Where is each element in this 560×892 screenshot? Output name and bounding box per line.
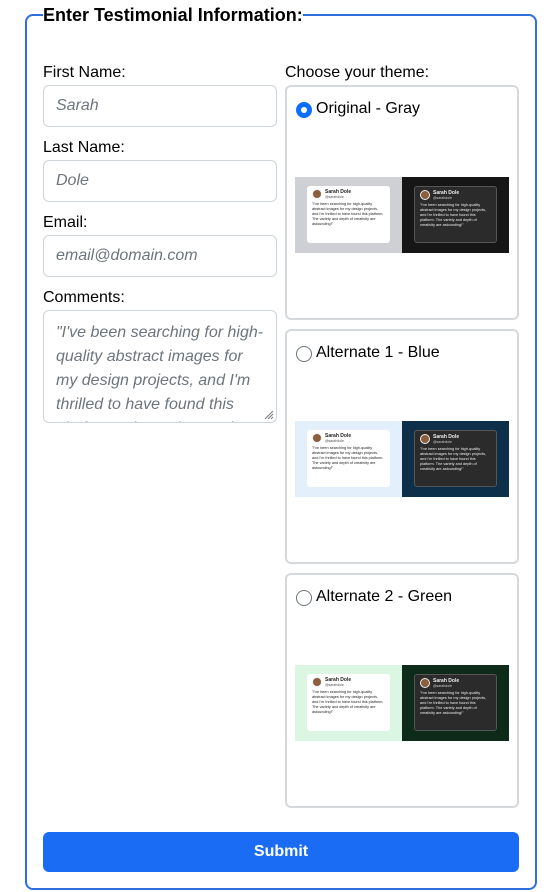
theme-option-card[interactable]: Alternate 1 - Blue Sarah Dole @sarahdole… [285,329,519,564]
theme-label: Choose your theme: [285,64,430,81]
theme-radio[interactable] [296,346,312,362]
avatar [312,433,322,443]
theme-option-card[interactable]: Alternate 2 - Green Sarah Dole @sarahdol… [285,573,519,808]
preview-testimonial-card: Sarah Dole @sarahdole "I've been searchi… [414,186,497,243]
preview-handle: @sarahdole [325,194,344,199]
avatar [312,189,322,199]
preview-quote: "I've been searching for high-quality ab… [312,690,384,714]
theme-option-label: Alternate 1 - Blue [316,344,440,361]
comments-textarea[interactable]: "I've been searching for high-quality ab… [43,310,277,423]
preview-handle: @sarahdole [325,682,344,687]
email-placeholder: email@domain.com [56,247,198,264]
last-name-input[interactable]: Dole [43,160,277,202]
theme-preview-image: Sarah Dole @sarahdole "I've been searchi… [295,665,509,741]
preview-quote: "I've been searching for high-quality ab… [312,446,384,470]
preview-quote: "I've been searching for high-quality ab… [420,203,487,227]
preview-handle: @sarahdole [433,683,452,688]
theme-preview-light: Sarah Dole @sarahdole "I've been searchi… [295,177,402,253]
preview-testimonial-card: Sarah Dole @sarahdole "I've been searchi… [307,186,390,243]
theme-preview-light: Sarah Dole @sarahdole "I've been searchi… [295,665,402,741]
preview-quote: "I've been searching for high-quality ab… [420,447,487,471]
theme-preview-image: Sarah Dole @sarahdole "I've been searchi… [295,421,509,497]
avatar [312,677,322,687]
theme-options: Original - Gray Sarah Dole @sarahdole "I… [285,85,519,808]
first-name-label: First Name: [43,64,126,81]
theme-radio[interactable] [296,590,312,606]
preview-testimonial-card: Sarah Dole @sarahdole "I've been searchi… [307,430,390,487]
preview-testimonial-card: Sarah Dole @sarahdole "I've been searchi… [414,674,497,731]
theme-preview-dark: Sarah Dole @sarahdole "I've been searchi… [402,177,509,253]
resize-handle-icon[interactable] [262,408,274,420]
last-name-label: Last Name: [43,139,125,156]
personal-info-column: First Name: Sarah Last Name: Dole Email:… [43,64,277,423]
theme-option-card[interactable]: Original - Gray Sarah Dole @sarahdole "I… [285,85,519,320]
preview-handle: @sarahdole [325,438,344,443]
avatar [420,678,430,688]
comments-placeholder: "I've been searching for high-quality ab… [56,324,264,422]
theme-preview-light: Sarah Dole @sarahdole "I've been searchi… [295,421,402,497]
first-name-input[interactable]: Sarah [43,85,277,127]
theme-column: Choose your theme: Original - Gray Sarah… [285,64,519,817]
email-label: Email: [43,214,88,231]
last-name-placeholder: Dole [56,172,89,189]
theme-option-label: Alternate 2 - Green [316,588,453,605]
theme-radio[interactable] [296,102,312,118]
preview-handle: @sarahdole [433,439,452,444]
avatar [420,434,430,444]
submit-button[interactable]: Submit [43,832,519,872]
preview-testimonial-card: Sarah Dole @sarahdole "I've been searchi… [414,430,497,487]
preview-quote: "I've been searching for high-quality ab… [420,691,487,715]
preview-testimonial-card: Sarah Dole @sarahdole "I've been searchi… [307,674,390,731]
avatar [420,190,430,200]
preview-quote: "I've been searching for high-quality ab… [312,202,384,226]
form-legend: Enter Testimonial Information: [43,4,303,26]
theme-option-label: Original - Gray [316,100,421,117]
theme-preview-image: Sarah Dole @sarahdole "I've been searchi… [295,177,509,253]
comments-label: Comments: [43,289,125,306]
preview-handle: @sarahdole [433,195,452,200]
first-name-placeholder: Sarah [56,97,99,114]
theme-preview-dark: Sarah Dole @sarahdole "I've been searchi… [402,665,509,741]
email-input[interactable]: email@domain.com [43,235,277,277]
theme-preview-dark: Sarah Dole @sarahdole "I've been searchi… [402,421,509,497]
